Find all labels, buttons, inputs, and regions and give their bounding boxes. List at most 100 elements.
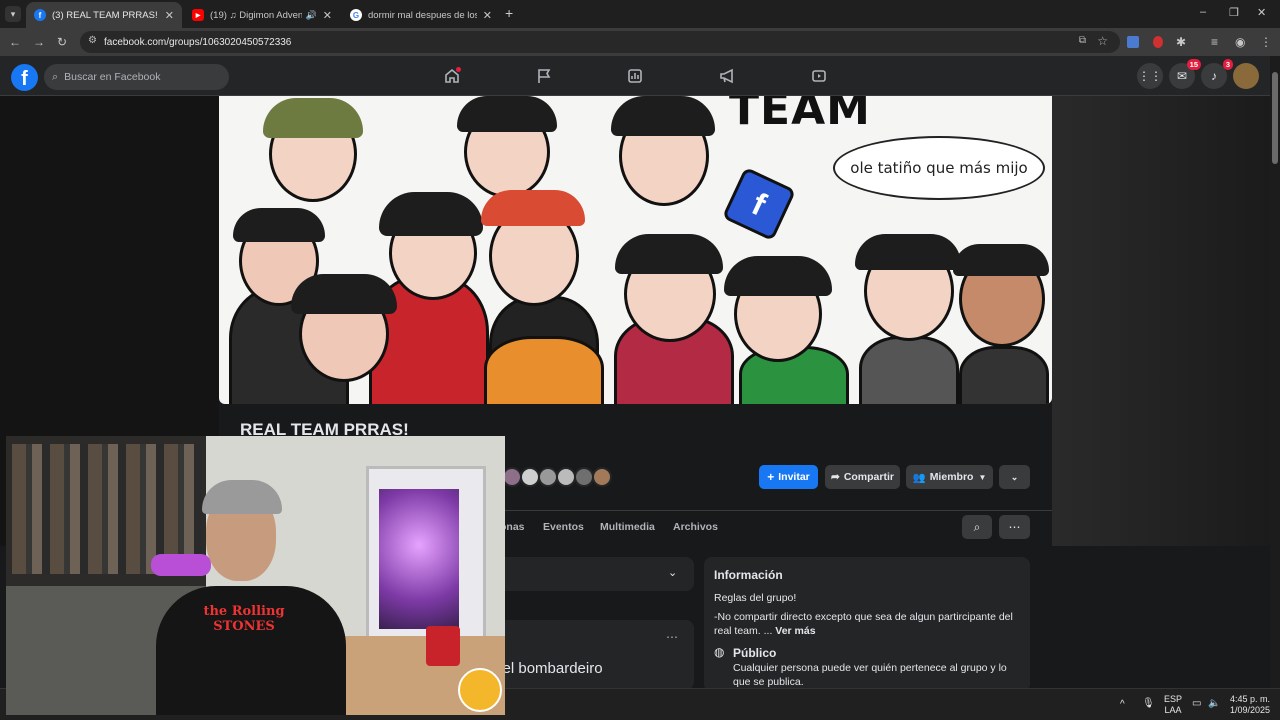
facebook-search[interactable]: ⌕ xyxy=(44,64,229,90)
language-top: ESP xyxy=(1163,694,1182,704)
close-tab-icon[interactable]: ✕ xyxy=(165,9,174,22)
site-info-icon[interactable]: ⚙ xyxy=(88,35,97,46)
url-text: facebook.com/groups/1063020450572336 xyxy=(104,36,292,48)
extensions-puzzle-icon[interactable]: ✱ xyxy=(1176,35,1186,49)
more-dots-icon: ⋯ xyxy=(1008,520,1021,534)
ads-manager-icon[interactable] xyxy=(621,64,649,88)
reload-icon[interactable]: ↻ xyxy=(57,35,67,49)
chevron-down-icon: ▼ xyxy=(978,472,987,482)
new-tab-button[interactable]: + xyxy=(505,5,513,21)
install-app-icon[interactable]: ⧉ xyxy=(1079,35,1086,46)
search-icon: ⌕ xyxy=(52,70,59,83)
webcam-shirt-text: the Rolling STONES xyxy=(203,604,285,634)
post-text: ó el bombardeiro xyxy=(490,660,603,677)
language-bottom: LAA xyxy=(1164,705,1182,715)
forward-arrow-icon[interactable]: → xyxy=(33,35,45,49)
clock-time: 4:45 p. m. xyxy=(1229,694,1271,704)
group-cover-photo[interactable]: TEAM ole tatiño que más mijo f xyxy=(219,96,1052,404)
tab-files[interactable]: Archivos xyxy=(673,521,718,533)
tab-title: dormir mal despues de los 30 a xyxy=(368,9,477,21)
menu-grid-icon[interactable]: ⋮⋮ xyxy=(1137,63,1163,89)
pages-flag-icon[interactable] xyxy=(530,64,558,88)
close-tab-icon[interactable]: ✕ xyxy=(483,9,492,22)
bookmark-star-icon[interactable]: ☆ xyxy=(1097,34,1108,48)
browser-tab-google[interactable]: G dormir mal despues de los 30 a ✕ xyxy=(342,2,500,28)
address-bar[interactable]: ⚙ facebook.com/groups/1063020450572336 ⧉… xyxy=(80,31,1120,53)
webcam-mug xyxy=(426,626,460,666)
language-indicator[interactable]: ESP LAA xyxy=(1162,694,1184,716)
composer-card[interactable]: ⌄ xyxy=(480,557,694,591)
cover-team-text: TEAM xyxy=(729,96,871,135)
microphone-icon[interactable]: 🎙 xyxy=(1142,698,1155,709)
notifications-bell-icon[interactable]: ♪ 3 xyxy=(1201,59,1233,89)
globe-icon: ◍ xyxy=(714,645,725,659)
tab-title: (19) ♫ Digimon Adventure xyxy=(210,9,302,21)
chevron-down-icon: ⌄ xyxy=(1010,471,1019,482)
webcam-person-cap xyxy=(202,480,282,514)
webcam-overlay: the Rolling STONES xyxy=(6,436,505,715)
post-card: ⋯ ó el bombardeiro xyxy=(480,620,694,690)
browser-tab-facebook[interactable]: f (3) REAL TEAM PRRAS! | Facebook ✕ xyxy=(26,2,182,28)
back-arrow-icon[interactable]: ← xyxy=(9,35,21,49)
home-icon[interactable] xyxy=(438,64,466,88)
browser-toolbar: ← → ↻ ⚙ facebook.com/groups/106302045057… xyxy=(0,28,1280,56)
restore-button[interactable]: ❐ xyxy=(1229,6,1239,19)
info-card: Información Reglas del grupo! -No compar… xyxy=(704,557,1030,692)
group-search-button[interactable]: ⌕ xyxy=(962,515,992,539)
audio-playing-icon[interactable]: 🔊 xyxy=(306,10,317,21)
privacy-title: Público xyxy=(733,646,777,660)
right-backdrop xyxy=(1052,96,1270,546)
group-more-button[interactable]: ⋯ xyxy=(999,515,1030,539)
clock-date: 1/09/2025 xyxy=(1229,705,1271,715)
clock[interactable]: 4:45 p. m. 1/09/2025 xyxy=(1225,694,1275,716)
plus-icon: + xyxy=(767,470,775,484)
webcam-logo-icon xyxy=(458,668,502,712)
tab-search-button[interactable]: ▾ xyxy=(5,6,21,22)
search-icon: ⌕ xyxy=(973,519,981,534)
rules-body: -No compartir directo excepto que sea de… xyxy=(714,611,1013,637)
browser-tab-strip: ▾ f (3) REAL TEAM PRRAS! | Facebook ✕ ▶ … xyxy=(0,0,1280,28)
scrollbar-thumb[interactable] xyxy=(1272,72,1278,164)
media-control-icon[interactable]: ≡ xyxy=(1211,35,1218,49)
see-more-link[interactable]: Ver más xyxy=(775,625,815,637)
facebook-logo-icon[interactable]: f xyxy=(11,64,38,91)
google-favicon-icon: G xyxy=(350,9,362,21)
messenger-icon[interactable]: ✉ 15 xyxy=(1169,59,1201,89)
video-icon[interactable] xyxy=(805,64,833,88)
invite-button[interactable]: + Invitar xyxy=(759,465,818,489)
privacy-text: Cualquier persona puede ver quién perten… xyxy=(733,662,1007,688)
show-hidden-icons-icon[interactable]: ^ xyxy=(1120,699,1125,710)
search-input[interactable] xyxy=(64,71,215,83)
tab-events[interactable]: Eventos xyxy=(543,521,584,533)
volume-icon[interactable]: 🔈 xyxy=(1208,698,1220,709)
member-label: Miembro xyxy=(929,471,974,483)
tab-title: (3) REAL TEAM PRRAS! | Facebook xyxy=(52,9,159,21)
messenger-badge: 15 xyxy=(1186,59,1201,70)
post-more-icon[interactable]: ⋯ xyxy=(666,630,678,644)
info-heading: Información xyxy=(714,568,783,582)
megaphone-icon[interactable] xyxy=(713,64,741,88)
translate-extension-icon[interactable] xyxy=(1127,36,1139,48)
share-button[interactable]: ➦ Compartir xyxy=(825,465,900,489)
chrome-menu-icon[interactable]: ⋮ xyxy=(1260,35,1272,49)
red-extension-icon[interactable] xyxy=(1153,36,1163,48)
webcam-microphone xyxy=(151,554,211,576)
members-icon: 👥 xyxy=(912,471,926,484)
profile-icon[interactable]: ◉ xyxy=(1235,35,1245,49)
notifications-badge: 3 xyxy=(1222,59,1233,70)
more-options-dropdown[interactable]: ⌄ xyxy=(999,465,1030,489)
close-window-button[interactable]: ✕ xyxy=(1257,6,1266,19)
facebook-favicon-icon: f xyxy=(34,9,46,21)
member-avatars[interactable] xyxy=(502,467,618,489)
cover-bubble-text: ole tatiño que más mijo xyxy=(850,159,1028,177)
facebook-header: f ⌕ ⋮⋮ ✉ 15 ♪ 3 xyxy=(0,56,1270,96)
network-icon[interactable]: ▭ xyxy=(1192,698,1201,709)
avatar[interactable] xyxy=(1233,63,1259,89)
browser-tab-youtube[interactable]: ▶ (19) ♫ Digimon Adventure 🔊 ✕ xyxy=(184,2,340,28)
cover-facebook-phone-icon: f xyxy=(721,166,797,242)
tab-media[interactable]: Multimedia xyxy=(600,521,655,533)
close-tab-icon[interactable]: ✕ xyxy=(323,9,332,22)
member-button[interactable]: 👥 Miembro ▼ xyxy=(906,465,993,489)
minimize-button[interactable]: – xyxy=(1200,6,1206,18)
chevron-down-icon[interactable]: ⌄ xyxy=(668,566,677,579)
